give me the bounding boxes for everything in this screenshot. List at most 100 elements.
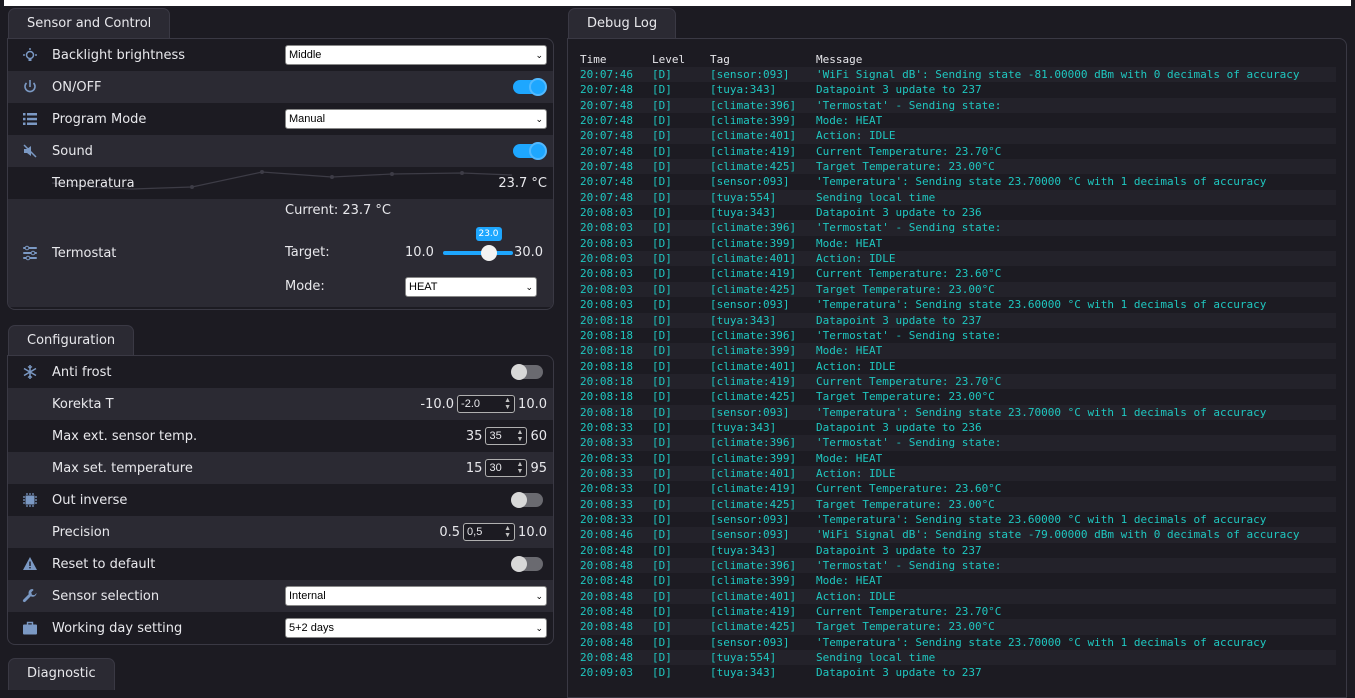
log-line: 20:08:03 [D] [climate:401] Action: IDLE [580, 251, 1336, 267]
range-min: -10.0 [420, 396, 455, 412]
log-tag: [climate:425] [710, 390, 797, 404]
log-time: 20:07:48 [580, 160, 633, 174]
log-line: 20:08:48 [D] [sensor:093] 'Temperatura': Se… [580, 635, 1336, 650]
log-level: [D] [652, 252, 672, 266]
log-line: 20:08:48 [D] [climate:399] Mode: HEAT [580, 573, 1336, 588]
log-line: 20:08:18 [D] [tuya:343] Datapoint 3 update … [580, 312, 1336, 328]
select-value: Internal [289, 590, 326, 602]
spinner-icon[interactable]: ▲ ▼ [517, 429, 524, 443]
log-level: [D] [652, 390, 672, 404]
power-icon [8, 79, 52, 95]
log-time: 20:08:48 [580, 589, 633, 603]
log-line: 20:07:48 [D] [climate:425] Target Temperatu… [580, 159, 1336, 175]
sensor-selection-select[interactable]: Internal ⌄ [285, 586, 547, 606]
log-message: Target Temperature: 23.00°C [816, 620, 995, 634]
log-message: 'Temperatura': Sending state 23.60000 °C… [816, 298, 1267, 312]
log-line: 20:08:33 [D] [climate:399] Mode: HEAT [580, 451, 1336, 466]
input-value: 30 [489, 462, 502, 474]
log-line: 20:07:48 [D] [climate:396] 'Termostat' - Se… [580, 97, 1336, 114]
select-value: Manual [289, 113, 326, 125]
log-line: 20:08:03 [D] [sensor:093] 'Temperatura': Se… [580, 297, 1336, 312]
log-level: [D] [652, 267, 672, 281]
row-program-mode: Program Mode Manual ⌄ [8, 103, 553, 135]
log-tag: [tuya:554] [710, 651, 777, 665]
anti-frost-toggle[interactable] [511, 364, 543, 380]
working-day-select[interactable]: 5+2 days ⌄ [285, 618, 547, 638]
row-label: Program Mode [52, 111, 147, 127]
log-message: Target Temperature: 23.00°C [816, 497, 995, 511]
onoff-toggle[interactable] [513, 78, 547, 96]
log-line: 20:08:33 [D] [climate:396] 'Termostat' - Se… [580, 435, 1336, 451]
configuration-card: Anti frost Korekta T -10.0 -2.0 ▲ ▼ 10.0 Max… [7, 355, 554, 645]
log-level: [D] [652, 512, 672, 526]
select-value: HEAT [409, 281, 438, 293]
log-level: [D] [652, 528, 672, 542]
range-min: 0.5 [439, 524, 461, 540]
row-label: Backlight brightness [52, 47, 186, 63]
row-label: Precision [52, 524, 111, 540]
log-level: [D] [652, 374, 672, 388]
log-message: 'Temperatura': Sending state 23.70000 °C… [816, 175, 1267, 189]
log-time: 20:08:46 [580, 528, 633, 542]
program-mode-select[interactable]: Manual ⌄ [285, 109, 547, 129]
backlight-select[interactable]: Middle ⌄ [285, 45, 547, 65]
row-label: Max set. temperature [52, 460, 193, 476]
mode-select[interactable]: HEAT ⌄ [405, 277, 537, 297]
spinner-icon[interactable]: ▲ ▼ [517, 461, 524, 475]
log-line: 20:08:33 [D] [tuya:343] Datapoint 3 update … [580, 420, 1336, 435]
row-label: Sound [52, 143, 93, 159]
log-tag: [sensor:093] [710, 405, 790, 419]
log-message: Mode: HEAT [816, 114, 883, 128]
slider-value-bubble: 23.0 [475, 227, 502, 241]
spinner-icon[interactable]: ▲ ▼ [504, 397, 511, 411]
log-level: [D] [652, 68, 672, 81]
log-time: 20:08:03 [580, 282, 633, 296]
warning-icon [8, 556, 52, 572]
log-level: [D] [652, 482, 672, 496]
log-tag: [climate:396] [710, 436, 797, 450]
korekta-input[interactable]: -2.0 ▲ ▼ [457, 395, 516, 413]
out-inverse-toggle[interactable] [511, 492, 543, 508]
log-time: 20:08:18 [580, 328, 633, 342]
max-set-input[interactable]: 30 ▲ ▼ [485, 459, 528, 477]
mode-label: Mode: [285, 279, 325, 294]
chevron-down-icon: ⌄ [535, 113, 543, 124]
range-max: 10.0 [518, 524, 547, 540]
select-value: Middle [289, 49, 322, 61]
log-time: 20:08:03 [580, 236, 633, 250]
row-onoff: ON/OFF [8, 71, 553, 103]
range-max: 10.0 [518, 396, 547, 412]
sound-toggle[interactable] [513, 142, 547, 160]
debug-log[interactable]: Time Level Tag Message 20:07:46 [D] [senso… [580, 52, 1336, 681]
spinner-icon[interactable]: ▲ ▼ [504, 525, 511, 539]
log-level: [D] [652, 175, 672, 189]
max-ext-input[interactable]: 35 ▲ ▼ [485, 427, 528, 445]
snowflake-icon [8, 364, 52, 380]
log-tag: [climate:399] [710, 451, 797, 465]
log-line: 20:08:18 [D] [climate:425] Target Temperatu… [580, 389, 1336, 404]
log-time: 20:07:48 [580, 175, 633, 189]
target-slider[interactable]: 23.0 [443, 227, 513, 261]
slider-thumb[interactable] [480, 245, 497, 261]
log-line: 20:08:48 [D] [tuya:343] Datapoint 3 update … [580, 543, 1336, 558]
log-message: Datapoint 3 update to 236 [816, 206, 982, 220]
log-line: 20:08:03 [D] [climate:396] 'Termostat' - Se… [580, 220, 1336, 236]
row-termostat: Termostat Current: 23.7 °C Target: 10.0 … [8, 199, 553, 307]
termostat-controls: Current: 23.7 °C Target: 10.0 23.0 30.0 … [285, 199, 549, 307]
log-message: Datapoint 3 update to 237 [816, 666, 982, 680]
reset-toggle[interactable] [511, 556, 543, 572]
log-message: Datapoint 3 update to 237 [816, 543, 982, 557]
log-level: [D] [652, 313, 672, 327]
log-tag: [climate:401] [710, 252, 797, 266]
log-line: 20:08:48 [D] [climate:425] Target Temperatu… [580, 619, 1336, 635]
log-time: 20:07:46 [580, 68, 633, 81]
log-tag: [climate:419] [710, 267, 797, 281]
row-label: Temperatura [52, 175, 135, 191]
input-value: 0,5 [467, 526, 483, 538]
card-title: Sensor and Control [27, 16, 152, 31]
log-message: Action: IDLE [816, 589, 896, 603]
log-time: 20:08:48 [580, 605, 633, 619]
precision-input[interactable]: 0,5 ▲ ▼ [463, 523, 516, 541]
log-line: 20:08:33 [D] [climate:401] Action: IDLE [580, 465, 1336, 482]
log-line: 20:08:18 [D] [sensor:093] 'Temperatura': Se… [580, 404, 1336, 420]
